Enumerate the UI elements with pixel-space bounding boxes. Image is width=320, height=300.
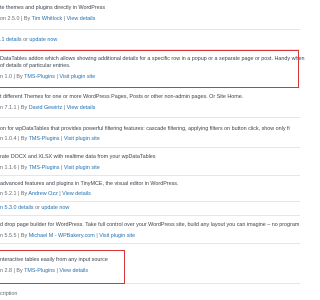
plugin-description: d drop page builder for WordPress. Take … [0,222,300,228]
separator: | [18,191,20,197]
plugin-description: advanced features and plugins in TinyMCE… [0,181,179,187]
separator: | [13,74,15,80]
author-link[interactable]: David Gewirtz [29,105,63,111]
plugin-description: on for wpDataTables that provides powerf… [0,126,290,132]
by-label: By [20,105,28,111]
plugin-meta: on 2.5.0 | By Tim Whitlock | View detail… [0,16,95,23]
plugin-description: t different Themes for one or more WordP… [0,94,244,100]
separator: | [20,16,23,22]
separator: | [60,136,63,142]
author-link[interactable]: TMS-Plugins [24,74,55,80]
separator: | [18,165,20,171]
separator: | [59,191,61,197]
plugin-meta: n 1.0.4 | By TMS-Plugins | Visit plugin … [0,136,100,143]
plugin-meta: n 5.5.5 | By Michael M - WPBakery.com | … [0,233,135,240]
by-label: By [20,165,28,171]
by-label: By [20,136,28,142]
plugin-meta: n 7.1.1 | By David Gewirtz | View detail… [0,105,95,112]
separator: | [63,16,66,22]
plugin-row: DataTables addon which allows showing ad… [0,50,304,88]
plugin-version: on 2.5.0 [0,16,20,22]
view-details-link[interactable]: View details [62,191,91,197]
visit-plugin-site-link[interactable]: Visit plugin site [59,74,95,80]
separator: | [60,165,63,171]
version-details-link[interactable]: n 5.3.0 details [0,205,34,211]
plugin-meta: n 5.2.1 | By Andrew Ozz | View details [0,191,91,198]
separator: | [13,268,15,274]
author-link[interactable]: TMS-Plugins [29,136,60,142]
plugin-description: DataTables addon which allows showing ad… [0,56,305,62]
separator: | [56,268,58,274]
plugin-description: rate DOCX and XLSX with realtime data fr… [0,154,156,160]
plugin-description: nteractive tables easily from any input … [0,257,108,263]
separator: | [63,105,66,111]
or-label: or [35,205,40,211]
plugin-row: advanced features and plugins in TinyMCE… [0,176,300,202]
separator: | [96,233,98,239]
plugin-description-2: of details of particular entries. [0,63,71,69]
update-now-link[interactable]: update now [29,37,57,43]
plugin-version: n 5.2.1 [0,191,17,197]
version-details-link[interactable]: .1 details [0,37,22,43]
plugin-row: t different Themes for one or more WordP… [0,88,300,118]
view-details-link[interactable]: View details [59,268,88,274]
author-link[interactable]: Michael M - WPBakery.com [29,233,95,239]
by-label: By [20,233,28,239]
visit-plugin-site-link[interactable]: Visit plugin site [99,233,135,239]
plugin-row: on for wpDataTables that provides powerf… [0,118,300,148]
separator: | [56,74,58,80]
or-label: or [23,37,28,43]
author-link[interactable]: Tim Whitlock [32,16,63,22]
plugin-version: n 2.8 [0,268,12,274]
by-label: By [16,268,23,274]
footer-column-label: cription [0,291,18,297]
update-notice-row: n 5.3.0 details or update now [0,202,300,216]
update-notice: n 5.3.0 details or update now [0,205,69,212]
update-now-link[interactable]: update now [41,205,69,211]
separator: | [18,233,20,239]
visit-plugin-site-link[interactable]: Visit plugin site [64,136,100,142]
plugin-version: n 7.1.1 [0,105,17,111]
plugin-version: n 1.1.6 [0,165,17,171]
update-notice-row: .1 details or update now [0,30,300,50]
plugin-meta: n 1.1.6 | By TMS-Plugins | Visit plugin … [0,165,100,172]
plugin-row: d drop page builder for WordPress. Take … [0,216,300,244]
plugin-row: rate DOCX and XLSX with realtime data fr… [0,148,300,176]
update-notice: .1 details or update now [0,37,57,44]
separator: | [18,105,20,111]
plugin-version: n 5.5.5 [0,233,17,239]
plugin-row: nteractive tables easily from any input … [0,244,300,284]
plugin-version: n 1.0 [0,74,12,80]
by-label: By [16,74,23,80]
plugins-list: te themes and plugins directly in WordPr… [0,0,304,300]
separator: | [18,136,20,142]
plugin-row: te themes and plugins directly in WordPr… [0,0,300,30]
view-details-link[interactable]: View details [67,105,96,111]
view-details-link[interactable]: View details [67,16,96,22]
plugin-version: n 1.0.4 [0,136,17,142]
plugin-meta: n 1.0 | By TMS-Plugins | Visit plugin si… [0,74,95,81]
by-label: By [23,16,31,22]
author-link[interactable]: TMS-Plugins [29,165,60,171]
author-link[interactable]: TMS-Plugins [24,268,55,274]
plugin-description: te themes and plugins directly in WordPr… [0,5,106,11]
by-label: By [20,191,28,197]
author-link[interactable]: Andrew Ozz [28,191,57,197]
plugin-meta: n 2.8 | By TMS-Plugins | View details [0,268,88,275]
visit-plugin-site-link[interactable]: Visit plugin site [64,165,100,171]
